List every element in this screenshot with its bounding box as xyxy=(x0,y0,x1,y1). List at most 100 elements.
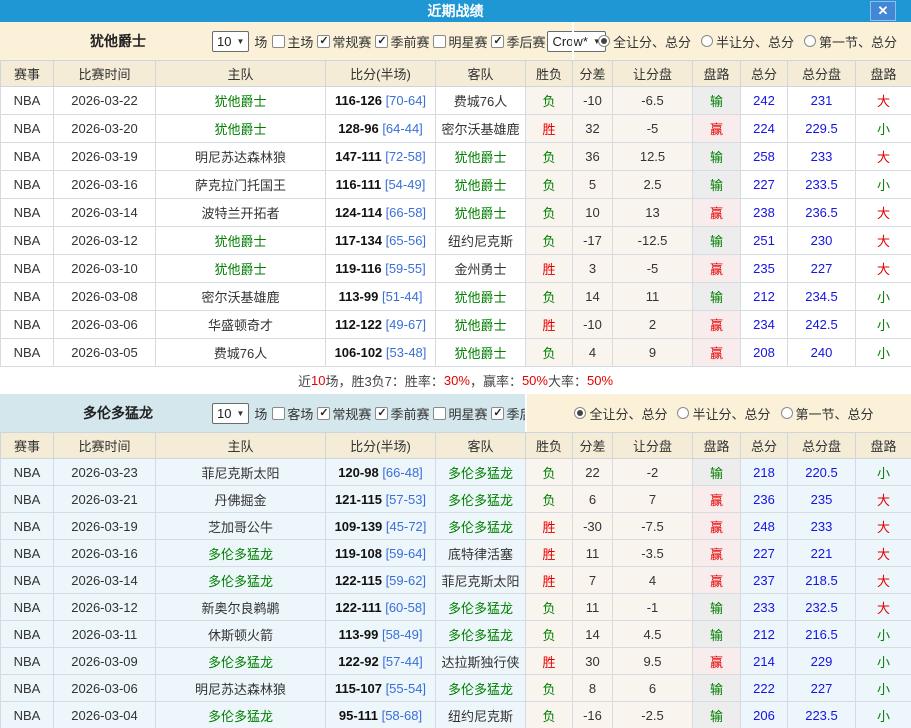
radio-第一节、总分[interactable] xyxy=(804,35,816,47)
checkbox-label: 明星赛 xyxy=(448,404,487,423)
column-header: 客队 xyxy=(436,433,526,459)
score-cell: 95-111 [58-68] xyxy=(326,702,436,728)
total-line-cell: 231 xyxy=(788,87,856,115)
diff-cell: 11 xyxy=(573,594,613,621)
total-result-cell: 小 xyxy=(856,675,911,702)
score-cell: 119-116 [59-55] xyxy=(326,255,436,283)
recent-results-dialog: 近期战绩 ✕ 犹他爵士 10 ▼ 场 主场✓常规赛✓季前赛明星赛✓季后赛 Cro… xyxy=(0,0,911,728)
column-header: 赛事 xyxy=(1,61,54,87)
checkbox-label: 明星赛 xyxy=(448,32,487,51)
score-cell: 112-122 [49-67] xyxy=(326,311,436,339)
league-cell: NBA xyxy=(1,513,54,540)
close-icon: ✕ xyxy=(878,3,889,18)
home-team-cell: 犹他爵士 xyxy=(156,255,326,283)
result-cell: 胜 xyxy=(526,513,573,540)
total-line-cell: 227 xyxy=(788,675,856,702)
team-name: 犹他爵士 xyxy=(48,31,188,51)
home-team-cell: 明尼苏达森林狼 xyxy=(156,675,326,702)
half-score: [59-55] xyxy=(385,261,425,276)
column-header: 比赛时间 xyxy=(54,61,156,87)
diff-cell: 32 xyxy=(573,115,613,143)
total-line-cell: 240 xyxy=(788,339,856,367)
date-cell: 2026-03-12 xyxy=(54,594,156,621)
radio-label: 半让分、总分 xyxy=(692,404,770,423)
handicap-result-cell: 输 xyxy=(693,171,741,199)
checkbox-明星赛[interactable] xyxy=(433,407,446,420)
score-cell: 121-115 [57-53] xyxy=(326,486,436,513)
total-result-cell: 大 xyxy=(856,594,911,621)
match-row: NBA2026-03-22犹他爵士116-126 [70-64]费城76人负-1… xyxy=(1,87,911,115)
summary-text: 大率： xyxy=(548,371,587,390)
radio-半让分、总分[interactable] xyxy=(701,35,713,47)
games-label: 场 xyxy=(254,404,267,423)
handicap-cell: -5 xyxy=(613,255,693,283)
total-result-cell: 小 xyxy=(856,648,911,675)
result-cell: 负 xyxy=(526,199,573,227)
chevron-down-icon: ▼ xyxy=(236,409,244,418)
date-cell: 2026-03-16 xyxy=(54,540,156,567)
away-team-cell: 金州勇士 xyxy=(436,255,526,283)
home-team-cell: 费城76人 xyxy=(156,339,326,367)
checkbox-主场[interactable] xyxy=(272,35,285,48)
diff-cell: -30 xyxy=(573,513,613,540)
home-team-cell: 休斯顿火箭 xyxy=(156,621,326,648)
checkbox-季前赛[interactable]: ✓ xyxy=(375,407,388,420)
league-cell: NBA xyxy=(1,675,54,702)
checkbox-明星赛[interactable] xyxy=(433,35,446,48)
checkbox-label: 常规赛 xyxy=(332,32,371,51)
checkbox-季后赛[interactable]: ✓ xyxy=(491,35,504,48)
score-cell: 122-111 [60-58] xyxy=(326,594,436,621)
league-cell: NBA xyxy=(1,143,54,171)
handicap-result-cell: 赢 xyxy=(693,648,741,675)
team-name: 多伦多猛龙 xyxy=(48,403,188,423)
handicap-cell: 11 xyxy=(613,283,693,311)
radio-group: 全让分、总分半让分、总分第一节、总分 xyxy=(572,22,911,60)
handicap-result-cell: 输 xyxy=(693,283,741,311)
radio-全让分、总分[interactable] xyxy=(598,35,610,47)
diff-cell: -17 xyxy=(573,227,613,255)
radio-label: 半让分、总分 xyxy=(716,32,794,51)
checkbox-常规赛[interactable]: ✓ xyxy=(317,35,330,48)
diff-cell: 8 xyxy=(573,675,613,702)
checkbox-label: 常规赛 xyxy=(332,404,371,423)
home-team-cell: 芝加哥公牛 xyxy=(156,513,326,540)
checkbox-客场[interactable] xyxy=(272,407,285,420)
total-cell: 235 xyxy=(741,255,788,283)
match-row: NBA2026-03-04多伦多猛龙95-111 [58-68]纽约尼克斯负-1… xyxy=(1,702,911,728)
games-count-select[interactable]: 10 ▼ xyxy=(212,403,249,424)
column-header: 总分 xyxy=(741,433,788,459)
home-team-cell: 华盛顿奇才 xyxy=(156,311,326,339)
games-count-select[interactable]: 10 ▼ xyxy=(212,31,249,52)
total-line-cell: 223.5 xyxy=(788,702,856,728)
column-header: 比分(半场) xyxy=(326,433,436,459)
result-cell: 负 xyxy=(526,143,573,171)
date-cell: 2026-03-05 xyxy=(54,339,156,367)
handicap-cell: 13 xyxy=(613,199,693,227)
away-team-cell: 犹他爵士 xyxy=(436,199,526,227)
close-button[interactable]: ✕ xyxy=(870,1,896,21)
total-result-cell: 大 xyxy=(856,540,911,567)
radio-半让分、总分[interactable] xyxy=(677,407,689,419)
total-cell: 227 xyxy=(741,171,788,199)
date-cell: 2026-03-14 xyxy=(54,567,156,594)
date-cell: 2026-03-19 xyxy=(54,513,156,540)
diff-cell: 22 xyxy=(573,459,613,486)
total-line-cell: 234.5 xyxy=(788,283,856,311)
chevron-down-icon: ▼ xyxy=(236,37,244,46)
date-cell: 2026-03-22 xyxy=(54,87,156,115)
date-cell: 2026-03-14 xyxy=(54,199,156,227)
date-cell: 2026-03-19 xyxy=(54,143,156,171)
checkbox-季前赛[interactable]: ✓ xyxy=(375,35,388,48)
handicap-cell: 4.5 xyxy=(613,621,693,648)
handicap-cell: -2 xyxy=(613,459,693,486)
home-team-cell: 明尼苏达森林狼 xyxy=(156,143,326,171)
checkbox-常规赛[interactable]: ✓ xyxy=(317,407,330,420)
radio-全让分、总分[interactable] xyxy=(574,407,586,419)
radio-第一节、总分[interactable] xyxy=(781,407,793,419)
checkbox-季后赛[interactable]: ✓ xyxy=(491,407,504,420)
column-header: 让分盘 xyxy=(613,433,693,459)
handicap-result-cell: 输 xyxy=(693,227,741,255)
half-score: [45-72] xyxy=(386,519,426,534)
handicap-result-cell: 输 xyxy=(693,621,741,648)
away-team-cell: 密尔沃基雄鹿 xyxy=(436,115,526,143)
